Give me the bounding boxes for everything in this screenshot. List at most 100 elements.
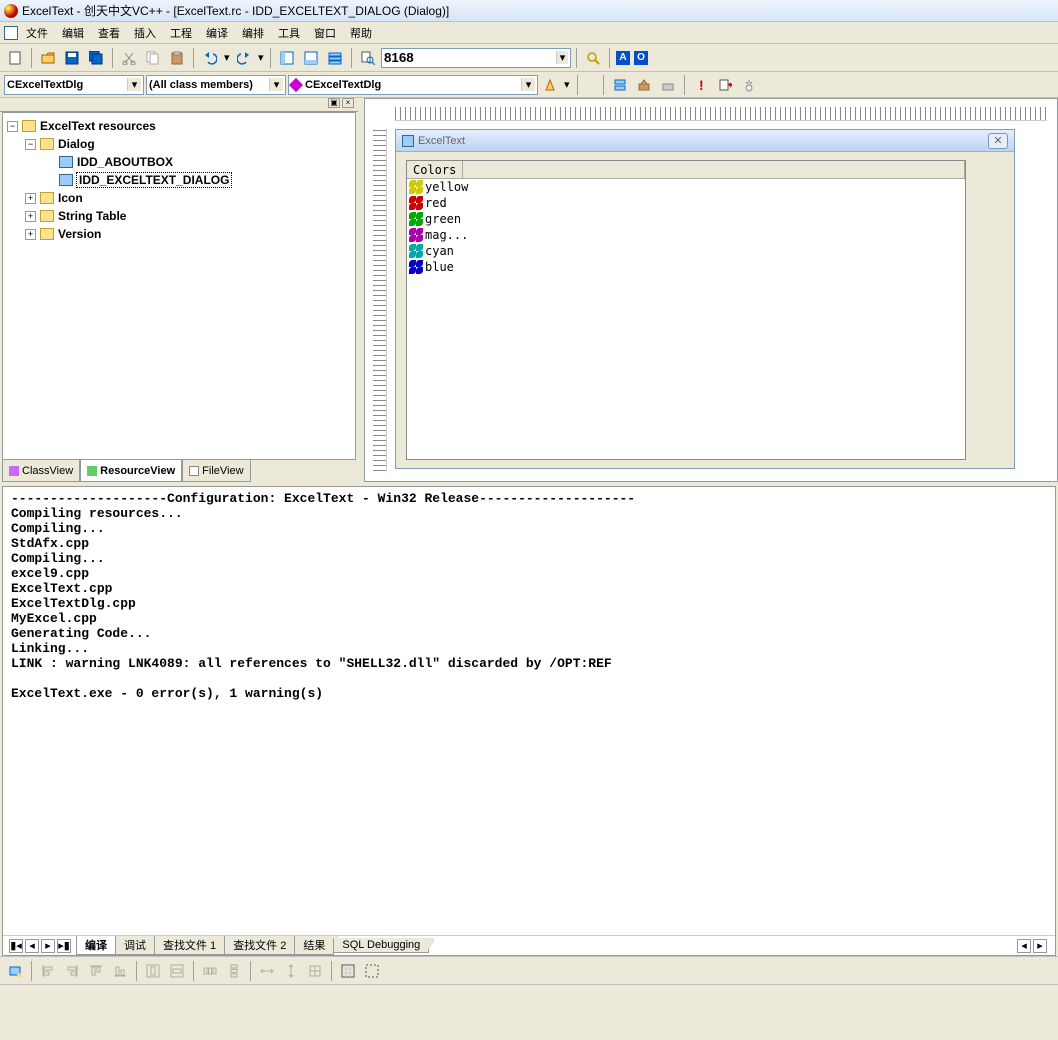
app-icon <box>4 4 18 18</box>
scroll-left[interactable]: ◂ <box>1017 939 1031 953</box>
find-input[interactable] <box>384 50 554 65</box>
list-control[interactable]: Colors yellowredgreenmag... cyan blue <box>406 160 966 460</box>
redo-button[interactable] <box>233 47 255 69</box>
list-item[interactable]: red <box>407 195 965 211</box>
menu-window[interactable]: 窗口 <box>308 23 342 43</box>
align-left-button <box>37 960 59 982</box>
O-toggle[interactable]: O <box>634 51 648 65</box>
dialog-icon <box>59 174 73 186</box>
folder-icon <box>22 120 36 132</box>
tab-nav-next[interactable]: ▸ <box>41 939 55 953</box>
breakpoint-button[interactable] <box>738 74 760 96</box>
tab-fileview[interactable]: FileView <box>182 460 250 482</box>
tab-classview[interactable]: ClassView <box>2 460 80 482</box>
output-tab-find1[interactable]: 查找文件 1 <box>154 936 225 955</box>
list-item[interactable]: cyan <box>407 243 965 259</box>
find-in-files-button[interactable] <box>357 47 379 69</box>
menu-project[interactable]: 工程 <box>164 23 198 43</box>
col-colors[interactable]: Colors <box>407 161 463 178</box>
find-button[interactable] <box>582 47 604 69</box>
resource-tree[interactable]: −ExcelText resources −Dialog IDD_ABOUTBO… <box>2 112 356 460</box>
open-button[interactable] <box>37 47 59 69</box>
save-button[interactable] <box>61 47 83 69</box>
window-list-button[interactable] <box>324 47 346 69</box>
menu-tools[interactable]: 工具 <box>272 23 306 43</box>
scroll-right[interactable]: ▸ <box>1033 939 1047 953</box>
output-tab-find2[interactable]: 查找文件 2 <box>224 936 295 955</box>
stop-build-button[interactable] <box>657 74 679 96</box>
build-button[interactable] <box>633 74 655 96</box>
chevron-down-icon[interactable]: ▾ <box>269 78 283 91</box>
output-text[interactable]: --------------------Configuration: Excel… <box>3 487 1055 935</box>
toggle-guides-button[interactable] <box>361 960 383 982</box>
classview-icon <box>9 466 19 476</box>
tree-icon[interactable]: +Icon <box>7 189 351 207</box>
list-item-label: blue <box>425 260 454 274</box>
tree-root[interactable]: −ExcelText resources <box>7 117 351 135</box>
compile-button[interactable] <box>609 74 631 96</box>
dialog-design-surface[interactable]: ExcelText ✕ Colors yellowredgreenmag...c… <box>395 129 1015 469</box>
ruler-vertical <box>373 129 387 471</box>
menu-insert[interactable]: 插入 <box>128 23 162 43</box>
A-toggle[interactable]: A <box>616 51 630 65</box>
saveall-button[interactable] <box>85 47 107 69</box>
undo-button[interactable] <box>199 47 221 69</box>
resourceview-icon <box>87 466 97 476</box>
tree-version[interactable]: +Version <box>7 225 351 243</box>
output-tab-sql[interactable]: SQL Debugging <box>333 938 429 953</box>
menu-build[interactable]: 编译 <box>200 23 234 43</box>
chevron-down-icon[interactable]: ▾ <box>127 78 141 91</box>
menu-edit[interactable]: 编辑 <box>56 23 90 43</box>
goto-button[interactable] <box>540 74 562 96</box>
list-item[interactable]: blue <box>407 259 965 275</box>
output-tab-results[interactable]: 结果 <box>294 936 334 955</box>
menu-layout[interactable]: 编排 <box>236 23 270 43</box>
workspace-button[interactable] <box>276 47 298 69</box>
class-combo[interactable]: CExcelTextDlg▾ <box>4 75 144 95</box>
output-tab-debug[interactable]: 调试 <box>115 936 155 955</box>
menu-help[interactable]: 帮助 <box>344 23 378 43</box>
expand-icon[interactable]: + <box>25 211 36 222</box>
list-item[interactable]: mag... <box>407 227 965 243</box>
func-combo[interactable]: CExcelTextDlg▾ <box>288 75 538 95</box>
find-combo[interactable]: ▾ <box>381 48 571 68</box>
align-bottom-button <box>109 960 131 982</box>
close-icon[interactable]: ✕ <box>988 133 1008 149</box>
test-dialog-button[interactable] <box>4 960 26 982</box>
collapse-icon[interactable]: − <box>25 139 36 150</box>
members-combo[interactable]: (All class members)▾ <box>146 75 286 95</box>
tree-dialog[interactable]: −Dialog <box>7 135 351 153</box>
chevron-down-icon[interactable]: ▾ <box>521 78 535 91</box>
tab-nav-first[interactable]: ▮◂ <box>9 939 23 953</box>
copy-button[interactable] <box>142 47 164 69</box>
expand-icon[interactable]: + <box>25 229 36 240</box>
expand-icon[interactable]: + <box>25 193 36 204</box>
toggle-grid-button[interactable] <box>337 960 359 982</box>
cut-button[interactable] <box>118 47 140 69</box>
list-item-label: mag... <box>425 228 468 242</box>
output-tab-build[interactable]: 编译 <box>76 936 116 955</box>
menu-view[interactable]: 查看 <box>92 23 126 43</box>
list-item-label: cyan <box>425 244 454 258</box>
debug-button[interactable] <box>714 74 736 96</box>
collapse-icon[interactable]: − <box>7 121 18 132</box>
statusbar <box>0 984 1058 1006</box>
tree-dlg-about[interactable]: IDD_ABOUTBOX <box>7 153 351 171</box>
tab-nav-last[interactable]: ▸▮ <box>57 939 71 953</box>
paste-button[interactable] <box>166 47 188 69</box>
new-doc-button[interactable] <box>4 47 26 69</box>
tree-strtbl[interactable]: +String Table <box>7 207 351 225</box>
chevron-down-icon[interactable]: ▾ <box>556 51 568 64</box>
menu-file[interactable]: 文件 <box>20 23 54 43</box>
run-button[interactable]: ! <box>690 74 712 96</box>
close-icon[interactable]: × <box>342 98 354 108</box>
output-button[interactable] <box>300 47 322 69</box>
col-empty[interactable] <box>463 161 965 178</box>
dock-icon[interactable]: ▣ <box>328 98 340 108</box>
list-item[interactable]: yellow <box>407 179 965 195</box>
tree-dlg-main[interactable]: IDD_EXCELTEXT_DIALOG <box>7 171 351 189</box>
list-item[interactable]: green <box>407 211 965 227</box>
tab-resourceview[interactable]: ResourceView <box>80 460 182 482</box>
tab-nav-prev[interactable]: ◂ <box>25 939 39 953</box>
dialog-editor[interactable]: ExcelText ✕ Colors yellowredgreenmag...c… <box>364 98 1058 482</box>
